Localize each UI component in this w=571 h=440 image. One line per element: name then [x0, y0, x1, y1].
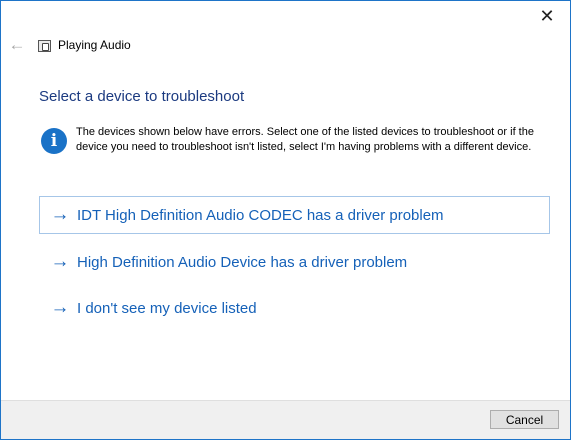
info-icon: i — [41, 128, 67, 154]
audio-troubleshooter-icon — [38, 40, 51, 52]
arrow-right-icon: → — [50, 297, 70, 318]
title-bar: ✕ — [1, 1, 570, 32]
option-device-not-listed[interactable]: → I don't see my device listed — [39, 289, 550, 327]
arrow-right-icon: → — [50, 251, 70, 272]
cancel-button[interactable]: Cancel — [490, 410, 559, 429]
option-label: High Definition Audio Device has a drive… — [77, 253, 408, 271]
option-hd-audio-device[interactable]: → High Definition Audio Device has a dri… — [39, 243, 550, 281]
page-title: Playing Audio — [58, 38, 131, 52]
option-label: I don't see my device listed — [77, 299, 257, 317]
info-text: The devices shown below have errors. Sel… — [76, 126, 534, 153]
close-button[interactable]: ✕ — [524, 1, 570, 31]
option-idt-codec[interactable]: → IDT High Definition Audio CODEC has a … — [39, 196, 550, 234]
option-label: IDT High Definition Audio CODEC has a dr… — [77, 206, 444, 224]
troubleshooter-window: ✕ ← Playing Audio Select a device to tro… — [0, 0, 571, 440]
navigation-row: ← Playing Audio — [1, 34, 570, 58]
section-heading: Select a device to troubleshoot — [39, 88, 245, 105]
arrow-right-icon: → — [50, 204, 70, 225]
back-arrow-icon[interactable]: ← — [6, 34, 28, 56]
dialog-footer: Cancel — [1, 400, 570, 439]
